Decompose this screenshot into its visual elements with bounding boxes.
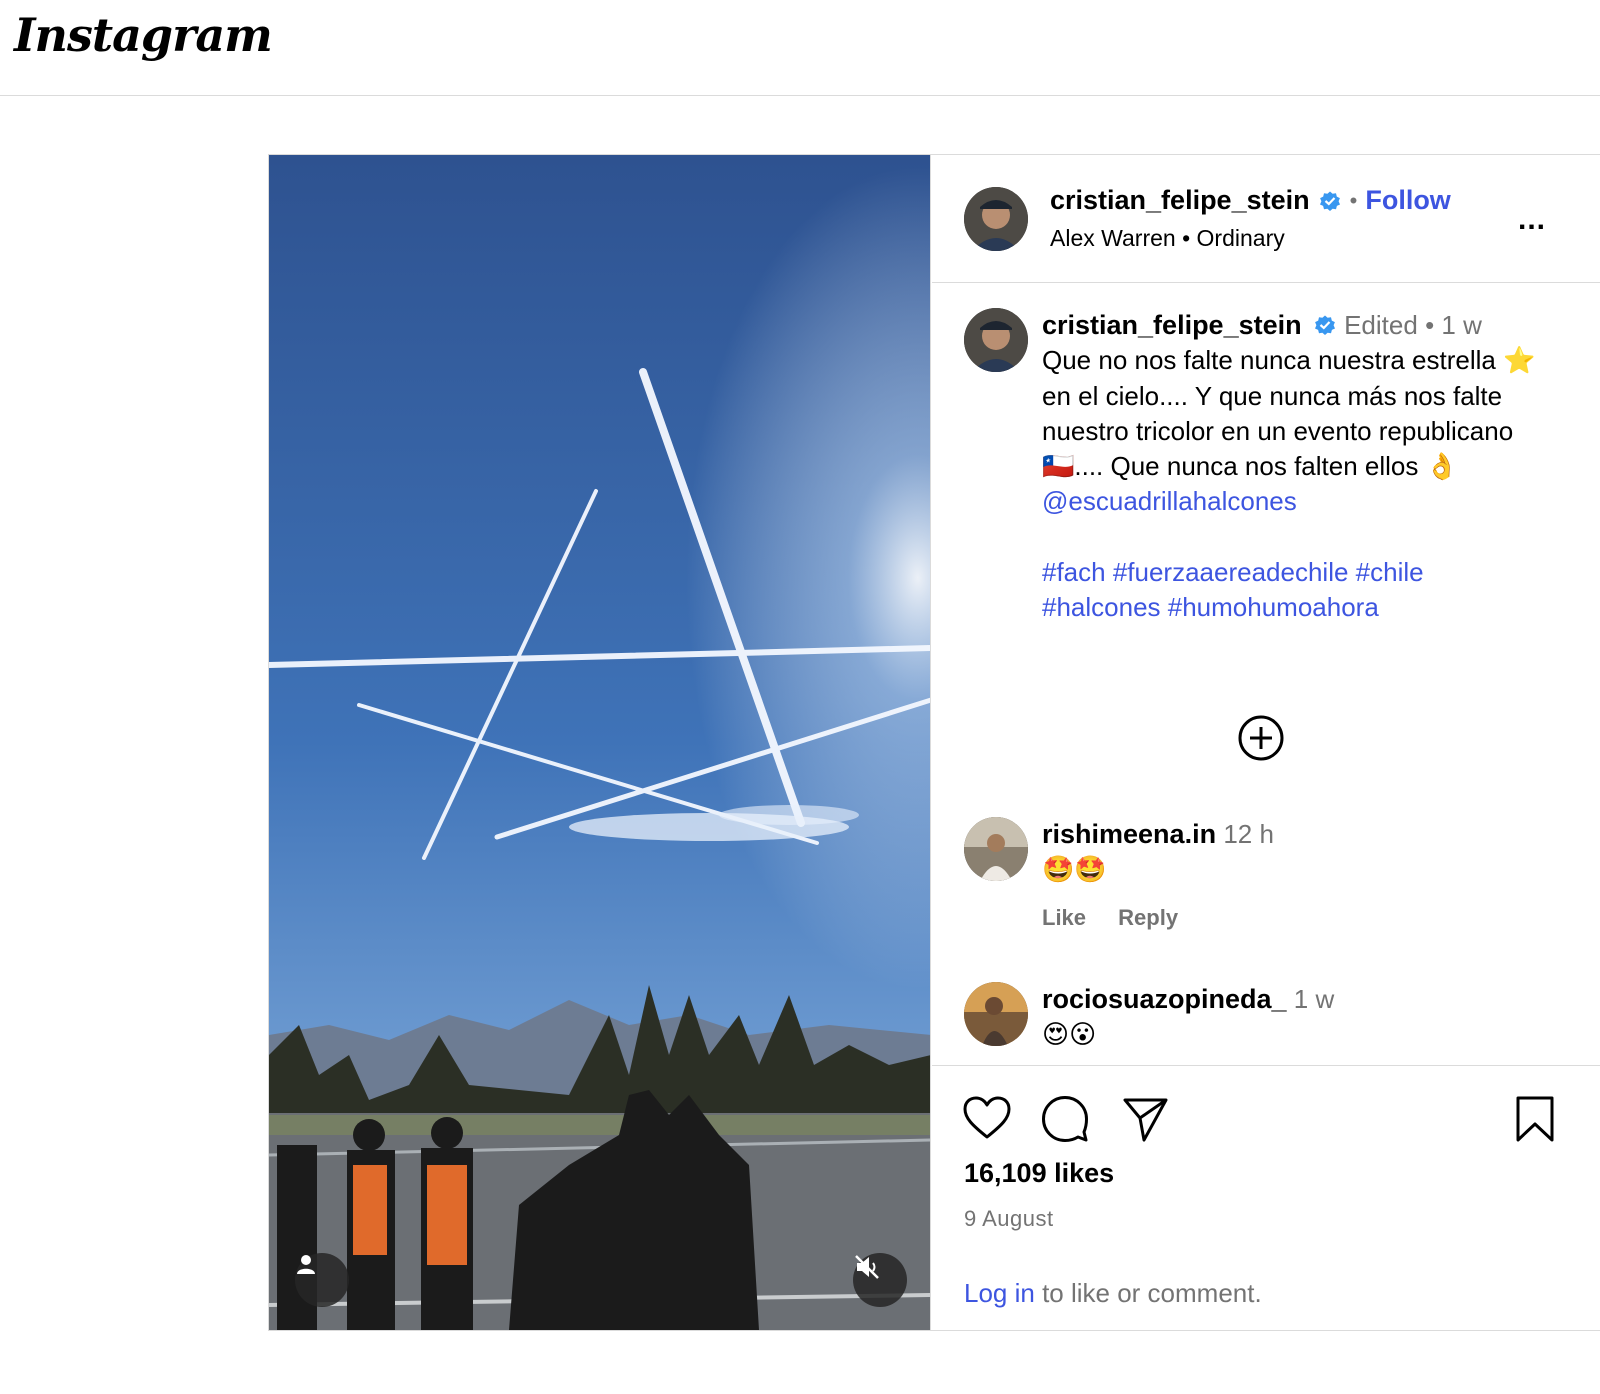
more-options-icon[interactable]: ... [1518,203,1546,237]
likes-count[interactable]: 16,109 likes [964,1158,1114,1189]
post-video[interactable] [269,155,931,1330]
meta-dot: • [1425,310,1442,340]
mention-link[interactable]: @escuadrillahalcones [1042,486,1297,516]
caption-author-avatar[interactable] [964,308,1028,372]
top-bar: Instagram [0,0,1600,96]
caption-text-3: .... Que nunca nos falten ellos [1074,451,1426,482]
audio-track[interactable]: Ordinary [1197,225,1285,251]
caption-age[interactable]: 1 w [1441,310,1481,340]
post-footer: 16,109 likes 9 August Log in to like or … [932,1065,1600,1330]
hashtags-line-2[interactable]: #halcones #humohumoahora [1042,592,1379,622]
login-prompt-text: to like or comment. [1034,1278,1262,1308]
comment-text: 😍😮 [1042,1019,1097,1049]
hashtags-line-1[interactable]: #fach #fuerzaaereadechile #chile [1042,557,1424,587]
instagram-logo[interactable]: Instagram [14,8,273,62]
comment-body: rociosuazopineda_ 1 w 😍😮 [1042,982,1562,1052]
heart-icon[interactable] [962,1094,1012,1144]
comment-age[interactable]: 12 h [1223,819,1274,849]
header-line: cristian_felipe_stein • Follow [1050,185,1451,216]
comment-item: rishimeena.in 12 h 🤩🤩 Like Reply [964,817,1584,937]
share-icon[interactable] [1120,1094,1170,1144]
caption-text-1: Que no nos falte nunca nuestra estrella [1042,345,1496,376]
login-link[interactable]: Log in [964,1278,1035,1308]
bookmark-icon[interactable] [1510,1094,1560,1144]
comments-section: cristian_felipe_stein Edited • 1 w Que n… [932,284,1600,1064]
user-tag-icon [297,1255,315,1274]
verified-badge-icon [1319,191,1340,211]
comment-reply-button[interactable]: Reply [1118,905,1178,930]
author-avatar[interactable] [964,187,1028,251]
author-username[interactable]: cristian_felipe_stein [1050,185,1310,216]
star-emoji: ⭐ [1503,345,1536,376]
chile-flag-emoji: 🇨🇱 [1042,451,1075,482]
audio-info[interactable]: Alex Warren • Ordinary [1050,225,1285,252]
load-more-comments-icon[interactable] [1237,714,1285,762]
caption-username[interactable]: cristian_felipe_stein [1042,310,1302,340]
caption-text-2: en el cielo.... Y que nunca más nos falt… [1042,380,1514,446]
tagged-users-button[interactable] [295,1253,349,1307]
commenter-avatar[interactable] [964,982,1028,1046]
verified-badge-icon [1314,315,1335,335]
post-container: cristian_felipe_stein • Follow Alex Warr… [268,154,1600,1331]
comment-text: 🤩🤩 [1042,854,1107,884]
commenter-avatar[interactable] [964,817,1028,881]
muted-audio-icon [855,1255,879,1279]
video-frame [269,155,930,1330]
comment-like-button[interactable]: Like [1042,905,1086,930]
ok-hand-emoji: 👌 [1425,451,1458,482]
post-date[interactable]: 9 August [964,1206,1054,1232]
dot-separator: • [1349,187,1358,213]
caption-body: cristian_felipe_stein Edited • 1 w Que n… [1042,308,1567,626]
commenter-username[interactable]: rociosuazopineda_ [1042,984,1287,1014]
post-details-panel: cristian_felipe_stein • Follow Alex Warr… [932,155,1600,1330]
comment-body: rishimeena.in 12 h 🤩🤩 [1042,817,1562,887]
audio-separator: • [1182,225,1197,251]
comment-age[interactable]: 1 w [1294,984,1334,1014]
login-prompt: Log in to like or comment. [964,1278,1262,1309]
audio-artist[interactable]: Alex Warren [1050,225,1176,251]
comment-icon[interactable] [1040,1094,1090,1144]
comment-item: rociosuazopineda_ 1 w 😍😮 [964,982,1584,1064]
comment-actions: Like Reply [1042,905,1204,931]
follow-button[interactable]: Follow [1365,185,1450,216]
edited-label: Edited [1344,310,1418,340]
commenter-username[interactable]: rishimeena.in [1042,819,1216,849]
audio-toggle-button[interactable] [853,1253,907,1307]
post-header: cristian_felipe_stein • Follow Alex Warr… [932,155,1600,283]
